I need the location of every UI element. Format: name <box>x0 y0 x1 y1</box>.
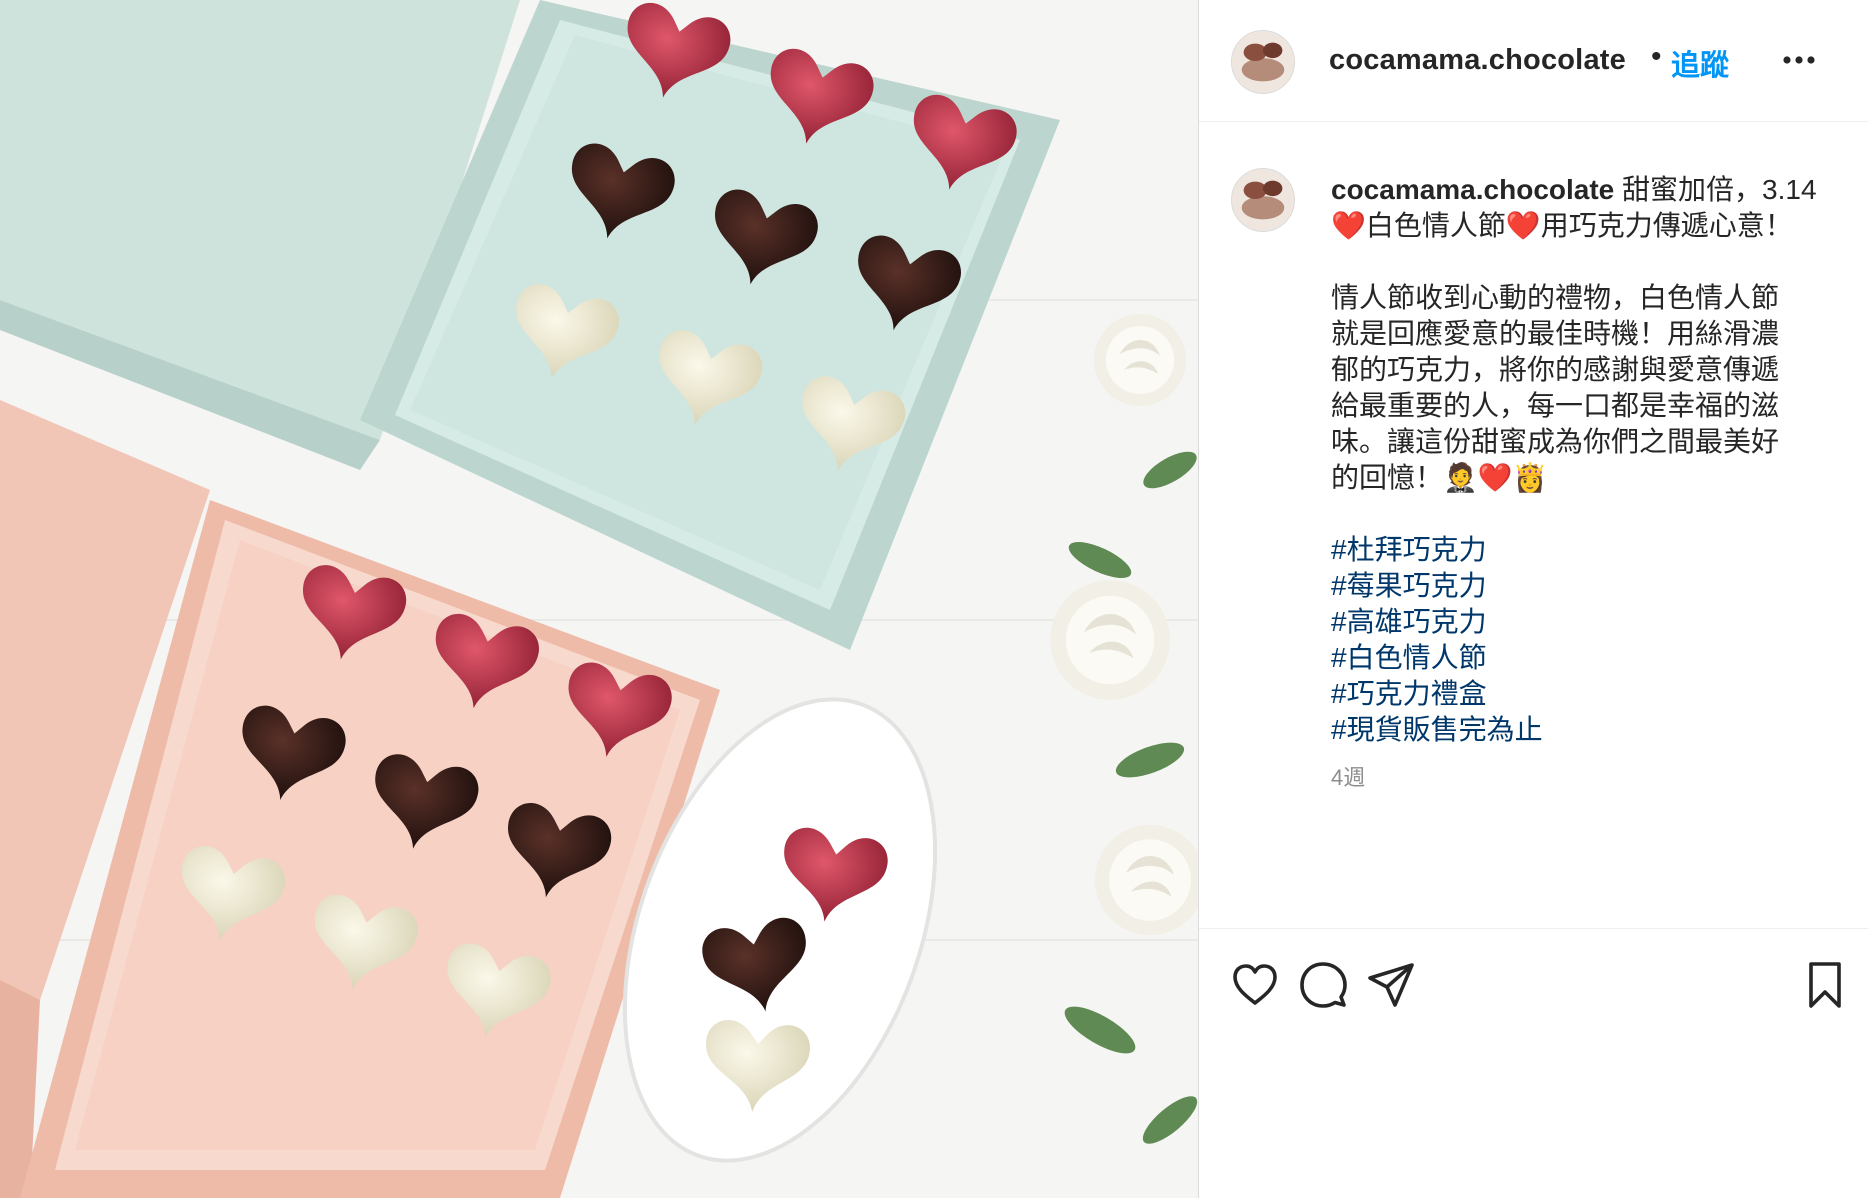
more-horizontal-icon[interactable] <box>1779 42 1819 78</box>
avatar-image <box>1232 31 1294 93</box>
send-icon[interactable] <box>1365 959 1417 1011</box>
caption-paragraph-line: 味。讓這份甜蜜成為你們之間最美好 <box>1331 426 1780 457</box>
post-side-panel: cocamama.chocolate • 追蹤 cocamama.chocola… <box>1198 0 1868 1198</box>
post-image[interactable] <box>0 0 1198 1198</box>
hashtag-link[interactable]: #杜拜巧克力 <box>1331 532 1836 568</box>
hashtag-link[interactable]: #巧克力禮盒 <box>1331 676 1836 712</box>
post-header: cocamama.chocolate • 追蹤 <box>1199 0 1868 122</box>
bookmark-icon[interactable] <box>1799 959 1851 1011</box>
post-caption: cocamama.chocolate 甜蜜加倍，3.14 ❤️白色情人節❤️用巧… <box>1331 172 1836 748</box>
avatar[interactable] <box>1231 30 1295 94</box>
action-bar <box>1199 928 1868 1018</box>
hashtag-link[interactable]: #白色情人節 <box>1331 640 1836 676</box>
avatar-image <box>1232 169 1294 231</box>
caption-line2: ❤️白色情人節❤️用巧克力傳遞心意！ <box>1331 210 1793 241</box>
caption-paragraph-line: 給最重要的人，每一口都是幸福的滋 <box>1331 390 1780 421</box>
hashtag-link[interactable]: #莓果巧克力 <box>1331 568 1836 604</box>
header-separator: • <box>1651 40 1662 73</box>
caption-paragraph-line: 的回憶！🤵❤️👸 <box>1331 462 1548 493</box>
hashtag-link[interactable]: #現貨販售完為止 <box>1331 712 1836 748</box>
caption-first-line: cocamama.chocolate 甜蜜加倍，3.14 <box>1331 172 1836 208</box>
header-username[interactable]: cocamama.chocolate <box>1329 44 1626 77</box>
caption-line1: 甜蜜加倍，3.14 <box>1614 174 1817 205</box>
caption-username[interactable]: cocamama.chocolate <box>1331 174 1614 205</box>
post-timestamp[interactable]: 4週 <box>1331 760 1365 792</box>
caption-paragraph: 情人節收到心動的禮物，白色情人節 就是回應愛意的最佳時機！用絲滑濃 郁的巧克力，… <box>1331 280 1836 496</box>
comment-icon[interactable] <box>1297 959 1349 1011</box>
caption-paragraph-line: 情人節收到心動的禮物，白色情人節 <box>1331 282 1780 313</box>
hashtag-link[interactable]: #高雄巧克力 <box>1331 604 1836 640</box>
heart-icon[interactable] <box>1229 959 1281 1011</box>
hashtag-list: #杜拜巧克力 #莓果巧克力 #高雄巧克力 #白色情人節 #巧克力禮盒 #現貨販售… <box>1331 532 1836 748</box>
follow-button[interactable]: 追蹤 <box>1671 42 1729 84</box>
caption-paragraph-line: 郁的巧克力，將你的感謝與愛意傳遞 <box>1331 354 1780 385</box>
caption-avatar[interactable] <box>1231 168 1295 232</box>
caption-paragraph-line: 就是回應愛意的最佳時機！用絲滑濃 <box>1331 318 1780 349</box>
